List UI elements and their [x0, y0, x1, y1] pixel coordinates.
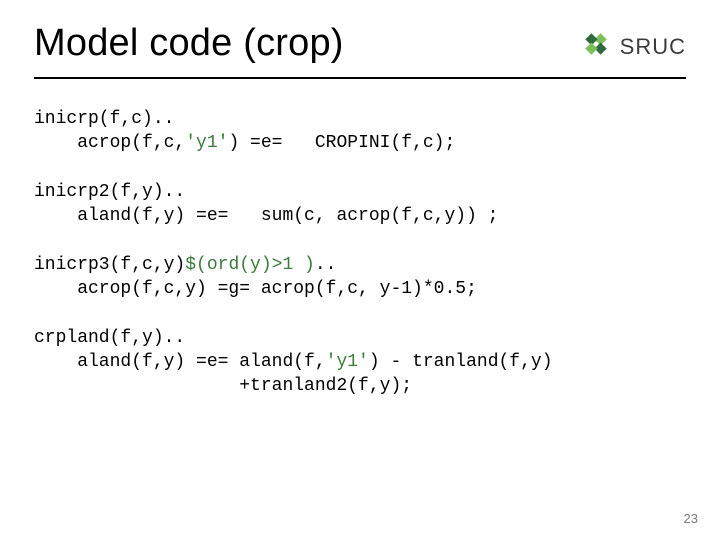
code-line: acrop(f,c,y) =g= acrop(f,c, y-1)*0.5;: [34, 279, 477, 299]
code-line: inicrp3(f,c,y): [34, 255, 185, 275]
code-highlight: 'y1': [185, 133, 228, 153]
page-number: 23: [684, 511, 698, 526]
page-title: Model code (crop): [34, 22, 344, 65]
code-line: ..: [315, 255, 337, 275]
slide: Model code (crop) SRUC inicrp(f,c).. acr…: [0, 0, 720, 540]
header: Model code (crop) SRUC: [34, 22, 686, 67]
code-line: ) =e= CROPINI(f,c);: [228, 133, 455, 153]
code-highlight: $(ord(y)>1 ): [185, 255, 315, 275]
code-block: inicrp(f,c).. acrop(f,c,'y1') =e= CROPIN…: [34, 107, 686, 399]
title-rule: [34, 77, 686, 79]
code-line: inicrp2(f,y)..: [34, 182, 185, 202]
code-line: ) - tranland(f,y): [369, 352, 553, 372]
code-line: acrop(f,c,: [34, 133, 185, 153]
code-line: aland(f,y) =e= aland(f,: [34, 352, 326, 372]
sruc-logo: SRUC: [578, 26, 686, 67]
code-line: aland(f,y) =e= sum(c, acrop(f,c,y)) ;: [34, 206, 498, 226]
sruc-diamond-icon: [578, 26, 614, 67]
code-line: +tranland2(f,y);: [34, 376, 412, 396]
code-line: inicrp(f,c)..: [34, 109, 174, 129]
logo-text: SRUC: [620, 34, 686, 60]
code-line: crpland(f,y)..: [34, 328, 185, 348]
code-highlight: 'y1': [326, 352, 369, 372]
